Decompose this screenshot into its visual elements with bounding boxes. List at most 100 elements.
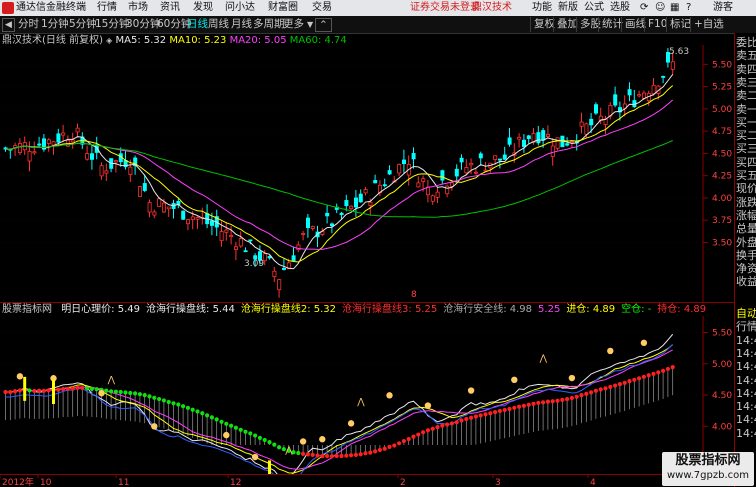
trend-dot (89, 386, 94, 392)
menu-functions[interactable]: 功能 (532, 1, 552, 15)
ma20-line (5, 99, 674, 250)
stock-name-title: 鼎汉技术 (472, 2, 512, 13)
left-arrow-icon[interactable]: ◀ (2, 18, 15, 32)
quote-field-label: 买五 (736, 169, 756, 182)
trend-dot (353, 452, 358, 457)
menu-trade[interactable]: 交易 (312, 1, 332, 15)
menu-stock-select[interactable]: 选股 (610, 1, 630, 15)
candle-body (37, 143, 42, 146)
statistics-button[interactable]: 统计 (598, 17, 623, 32)
signal-ball-icon (98, 389, 105, 397)
menu-discover[interactable]: 发现 (193, 1, 213, 15)
trend-dot (344, 453, 349, 458)
legend-arrow-icon[interactable]: ◈ (106, 36, 112, 45)
collapse-icon[interactable]: ⌃ (315, 18, 332, 32)
menu-assistant[interactable]: 问小达 (225, 1, 255, 15)
price-tick-label: 3.50 (712, 238, 732, 248)
trend-dot (277, 445, 282, 450)
menu-formula[interactable]: 公式 (584, 1, 604, 15)
candle-body (579, 121, 584, 127)
signal-ball-icon (151, 423, 158, 430)
high-price-label: 5.63 (669, 47, 689, 57)
grid-icon[interactable]: ▦ (670, 1, 679, 15)
indicator-name[interactable]: 股票指标网 (2, 304, 52, 315)
trend-dot (37, 388, 42, 393)
overlay-button[interactable]: 叠加 (553, 17, 578, 32)
menu-quotes[interactable]: 行情 (97, 1, 117, 15)
indicator-value: 空仓: - (621, 304, 652, 315)
trend-dot (656, 370, 661, 375)
app-logo-icon (2, 2, 14, 14)
indicator-grid (0, 332, 703, 458)
user-icon[interactable]: ☺ (655, 1, 665, 15)
trend-dot (205, 413, 210, 418)
draw-line-button[interactable]: 画线 (621, 17, 646, 32)
trend-dot (8, 389, 13, 395)
trend-dot (531, 401, 536, 406)
candle-body (440, 170, 445, 181)
signal-ball-icon (386, 392, 393, 399)
quote-field-label: 总量 (736, 222, 756, 236)
tick-panel-header[interactable]: 自动 (736, 307, 756, 320)
f10-button[interactable]: F10 (644, 17, 667, 32)
date-axis: 2012年 10 11 12 2 3 4 (0, 474, 734, 487)
price-tick-label: 4.50 (712, 149, 732, 159)
candle-body (469, 163, 474, 166)
candle-body (281, 267, 286, 270)
candles (3, 48, 675, 298)
signal-ball-icon (16, 373, 24, 380)
add-watchlist-button[interactable]: +自选 (690, 17, 724, 32)
trend-dot (541, 400, 546, 405)
quote-field-label: 卖四 (736, 62, 756, 76)
trend-dot (195, 409, 200, 414)
login-notice[interactable]: 证券交易未登录 (410, 1, 480, 15)
event-marker[interactable]: 8 (411, 290, 417, 300)
signal-ball-icon (347, 420, 355, 427)
trend-dot (641, 374, 647, 379)
low-price-label: 3.09 (244, 259, 264, 269)
tab-more[interactable]: 更多 (280, 17, 307, 32)
refresh-icon[interactable]: ⟳ (640, 1, 648, 15)
trend-dot (397, 441, 402, 446)
candle-body (421, 178, 426, 182)
adjust-button[interactable]: 复权 (530, 17, 555, 32)
trend-dot (142, 392, 147, 398)
candlestick-chart[interactable]: 5.50 5.25 5.00 4.75 4.50 4.25 4.00 3.75 3.50 5.6… (0, 45, 734, 303)
candle-body (589, 118, 594, 126)
price-tick-label: 5.00 (712, 105, 732, 115)
signal-ball-icon (319, 436, 326, 443)
trend-dot (473, 414, 478, 419)
trend-dot (593, 388, 599, 393)
menu-wealth[interactable]: 财富圈 (268, 1, 298, 15)
menu-news[interactable]: 资讯 (160, 1, 180, 15)
candle-body (464, 167, 469, 174)
trend-dot (670, 365, 675, 370)
indicator-tick-label: 4.00 (712, 422, 732, 432)
quote-field-label: 买二 (736, 129, 756, 143)
trend-dot (157, 396, 162, 402)
mark-button[interactable]: 标记 (666, 17, 691, 32)
candle-body (51, 141, 56, 146)
tick-panel-header[interactable]: 行情 (736, 320, 756, 333)
menu-new-version[interactable]: 新版 (558, 1, 578, 15)
trend-dot (598, 387, 603, 392)
signal-ball-icon (568, 374, 576, 382)
trend-dot (560, 397, 565, 402)
candle-body (147, 202, 152, 213)
signal-ball-icon (607, 347, 614, 355)
trend-dot (377, 447, 382, 453)
candle-body (613, 94, 618, 106)
guest-label[interactable]: 游客 (713, 1, 733, 15)
trend-dot (617, 382, 623, 387)
menu-market[interactable]: 市场 (128, 1, 148, 15)
help-icon[interactable]: ? (686, 1, 691, 15)
trend-dot (608, 384, 613, 390)
trend-dot (373, 449, 378, 454)
trend-dot (46, 388, 51, 393)
quote-field-label: 卖五 (736, 49, 756, 63)
signal-ball-icon (251, 453, 259, 461)
trend-dot (454, 420, 459, 425)
trend-dot (32, 388, 37, 394)
trend-dot (493, 410, 498, 415)
indicator-chart[interactable]: ⋀⋀⋀⋀ 5.505.004.504.003.50 (0, 316, 734, 474)
